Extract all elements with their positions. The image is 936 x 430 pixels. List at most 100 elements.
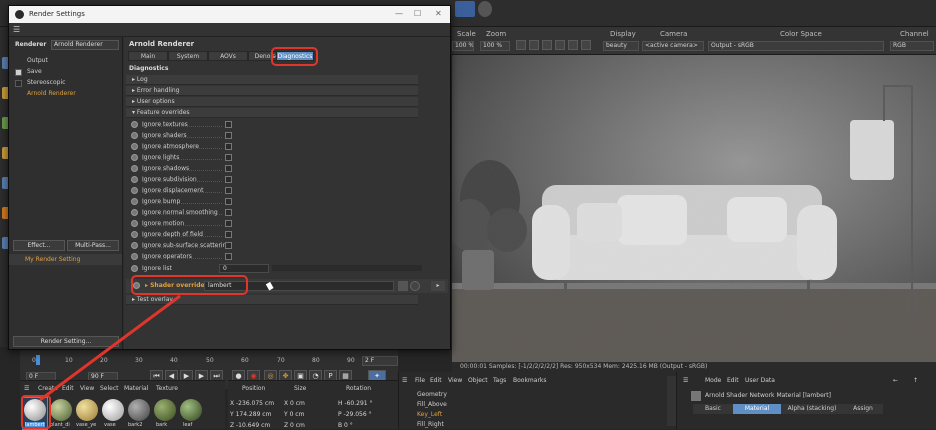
tree-item-output[interactable]: Output xyxy=(27,57,48,64)
keyframe-radio[interactable] xyxy=(131,132,138,139)
pan-button[interactable] xyxy=(542,40,552,50)
z-position-field[interactable]: Z -10.649 cm xyxy=(230,422,270,429)
h-rotation-field[interactable]: H -60.291 ° xyxy=(338,400,373,407)
material-ball[interactable] xyxy=(76,399,98,421)
material-ball[interactable] xyxy=(154,399,176,421)
option-checkbox[interactable] xyxy=(225,143,232,150)
tab-main[interactable]: Main xyxy=(128,51,168,61)
tab-aovs[interactable]: AOVs xyxy=(208,51,248,61)
menu-file[interactable]: File xyxy=(415,377,425,384)
option-checkbox[interactable] xyxy=(225,209,232,216)
keyframe-radio[interactable] xyxy=(131,198,138,205)
material-ball[interactable] xyxy=(102,399,124,421)
p-rotation-field[interactable]: P -29.056 ° xyxy=(338,411,372,418)
tree-item-save[interactable]: Save xyxy=(27,68,42,75)
render-region-icon[interactable] xyxy=(455,1,475,17)
option-checkbox[interactable] xyxy=(225,198,232,205)
keyframe-radio[interactable] xyxy=(131,121,138,128)
close-icon[interactable]: ✕ xyxy=(435,9,442,18)
camera-select[interactable]: <active camera> xyxy=(642,41,704,51)
keyframe-radio[interactable] xyxy=(131,231,138,238)
group-error-handling[interactable]: ▸ Error handling xyxy=(126,86,418,96)
menu-material[interactable]: Material xyxy=(124,385,148,392)
hamburger-icon[interactable]: ☰ xyxy=(683,377,688,384)
object-row[interactable]: Fill_Right xyxy=(417,421,444,428)
maximize-icon[interactable]: ☐ xyxy=(414,9,421,18)
render-setting-button[interactable]: Render Setting... xyxy=(13,336,119,347)
keyframe-radio[interactable] xyxy=(131,242,138,249)
menu-edit[interactable]: Edit xyxy=(62,385,74,392)
material-ball[interactable] xyxy=(180,399,202,421)
option-checkbox[interactable] xyxy=(225,176,232,183)
tab-assign[interactable]: Assign xyxy=(843,404,883,414)
mode-button[interactable] xyxy=(568,40,578,50)
ignore-list-slider[interactable] xyxy=(272,265,422,271)
light-bulb-icon[interactable] xyxy=(478,1,492,17)
pick-icon[interactable] xyxy=(410,281,420,291)
render-setting-row[interactable]: My Render Setting xyxy=(9,254,122,265)
menu-tags[interactable]: Tags xyxy=(493,377,506,384)
crop-button[interactable] xyxy=(529,40,539,50)
channel-select[interactable]: RGB xyxy=(890,41,934,51)
material-ball[interactable] xyxy=(50,399,72,421)
keyframe-radio[interactable] xyxy=(131,220,138,227)
current-frame-field[interactable]: 2 F xyxy=(362,356,398,366)
option-checkbox[interactable] xyxy=(225,242,232,249)
option-checkbox[interactable] xyxy=(225,220,232,227)
b-rotation-field[interactable]: B 0 ° xyxy=(338,422,353,429)
tab-material[interactable]: Material xyxy=(733,404,781,414)
menu-mode[interactable]: Mode xyxy=(705,377,721,384)
pick-button[interactable] xyxy=(555,40,565,50)
group-log[interactable]: ▸ Log xyxy=(126,75,418,85)
tree-item-arnold-renderer[interactable]: Arnold Renderer xyxy=(27,90,76,97)
x-position-field[interactable]: X -236.075 cm xyxy=(230,400,274,407)
menu-object[interactable]: Object xyxy=(468,377,488,384)
option-checkbox[interactable] xyxy=(225,154,232,161)
stereoscopic-checkbox[interactable] xyxy=(15,80,22,87)
keyframe-radio[interactable] xyxy=(131,165,138,172)
material-ball[interactable] xyxy=(128,399,150,421)
region-button[interactable] xyxy=(516,40,526,50)
object-row[interactable]: Fill_Above xyxy=(417,401,447,408)
material-ball[interactable] xyxy=(24,399,46,421)
y-position-field[interactable]: Y 174.289 cm xyxy=(230,411,271,418)
scale-field[interactable]: 100 % xyxy=(452,41,474,51)
save-checkbox[interactable] xyxy=(15,69,22,76)
z-size-field[interactable]: Z 0 cm xyxy=(284,422,305,429)
back-arrow-icon[interactable]: ← xyxy=(893,377,898,384)
menu-texture[interactable]: Texture xyxy=(156,385,178,392)
dialog-titlebar[interactable]: Render Settings — ☐ ✕ xyxy=(9,6,450,23)
text-button[interactable] xyxy=(581,40,591,50)
hamburger-icon[interactable]: ☰ xyxy=(13,25,20,34)
x-size-field[interactable]: X 0 cm xyxy=(284,400,305,407)
option-checkbox[interactable] xyxy=(225,132,232,139)
display-select[interactable]: beauty xyxy=(603,41,639,51)
menu-view[interactable]: View xyxy=(448,377,462,384)
option-checkbox[interactable] xyxy=(225,231,232,238)
ignore-list-field[interactable]: 0 xyxy=(219,264,269,273)
renderer-select[interactable]: Arnold Renderer xyxy=(51,40,119,50)
hamburger-icon[interactable]: ☰ xyxy=(402,377,407,384)
menu-select[interactable]: Select xyxy=(100,385,119,392)
menu-edit[interactable]: Edit xyxy=(727,377,739,384)
ipr-render-view[interactable] xyxy=(452,55,936,362)
group-user-options[interactable]: ▸ User options xyxy=(126,97,418,107)
menu-arrow-icon[interactable]: ▸ xyxy=(431,281,445,291)
y-size-field[interactable]: Y 0 cm xyxy=(284,411,304,418)
tab-alpha-stacking[interactable]: Alpha (stacking) xyxy=(781,404,843,414)
tab-basic[interactable]: Basic xyxy=(693,404,733,414)
option-checkbox[interactable] xyxy=(225,187,232,194)
option-checkbox[interactable] xyxy=(225,253,232,260)
menu-user-data[interactable]: User Data xyxy=(745,377,775,384)
tree-item-stereoscopic[interactable]: Stereoscopic xyxy=(27,79,65,86)
minimize-icon[interactable]: — xyxy=(395,9,403,18)
menu-edit[interactable]: Edit xyxy=(430,377,442,384)
playhead[interactable] xyxy=(36,355,40,365)
keyframe-radio[interactable] xyxy=(131,143,138,150)
up-arrow-icon[interactable]: ↑ xyxy=(913,377,918,384)
keyframe-radio[interactable] xyxy=(131,209,138,216)
keyframe-radio[interactable] xyxy=(131,154,138,161)
object-row[interactable]: Geometry xyxy=(417,391,447,398)
keyframe-radio[interactable] xyxy=(131,187,138,194)
menu-view[interactable]: View xyxy=(80,385,94,392)
